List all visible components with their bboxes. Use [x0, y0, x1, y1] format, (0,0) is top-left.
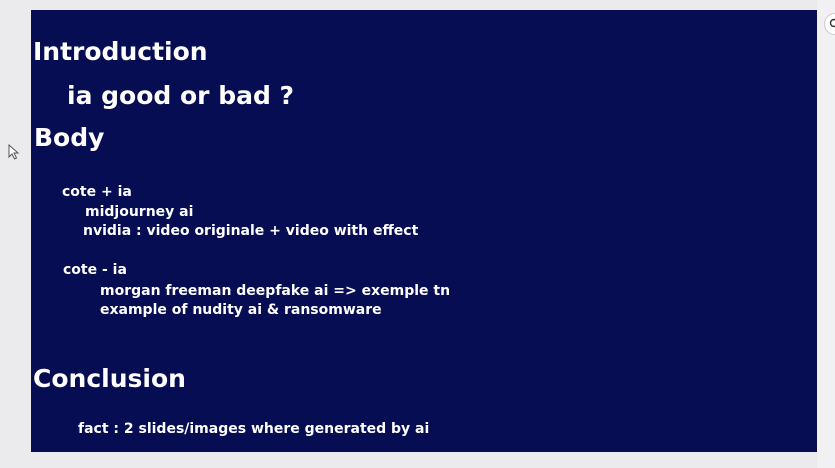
- right-panel-edge: [817, 0, 835, 468]
- pro-item: nvidia : video originale + video with ef…: [83, 223, 419, 239]
- intro-subtitle: ia good or bad ?: [67, 81, 295, 110]
- body-heading: Body: [34, 123, 105, 152]
- mouse-pointer-icon: [8, 144, 20, 160]
- conclusion-text: fact : 2 slides/images where generated b…: [78, 421, 430, 437]
- pro-ai-title: cote + ia: [62, 184, 132, 200]
- con-item: example of nudity ai & ransomware: [100, 302, 382, 318]
- pro-item: midjourney ai: [85, 204, 194, 220]
- con-ai-title: cote - ia: [63, 262, 127, 278]
- intro-heading: Introduction: [33, 37, 208, 66]
- conclusion-heading: Conclusion: [33, 364, 186, 393]
- con-item: morgan freeman deepfake ai => exemple tn: [100, 283, 451, 299]
- zoom-icon: [829, 18, 835, 28]
- presentation-slide[interactable]: Introduction ia good or bad ? Body cote …: [31, 10, 817, 452]
